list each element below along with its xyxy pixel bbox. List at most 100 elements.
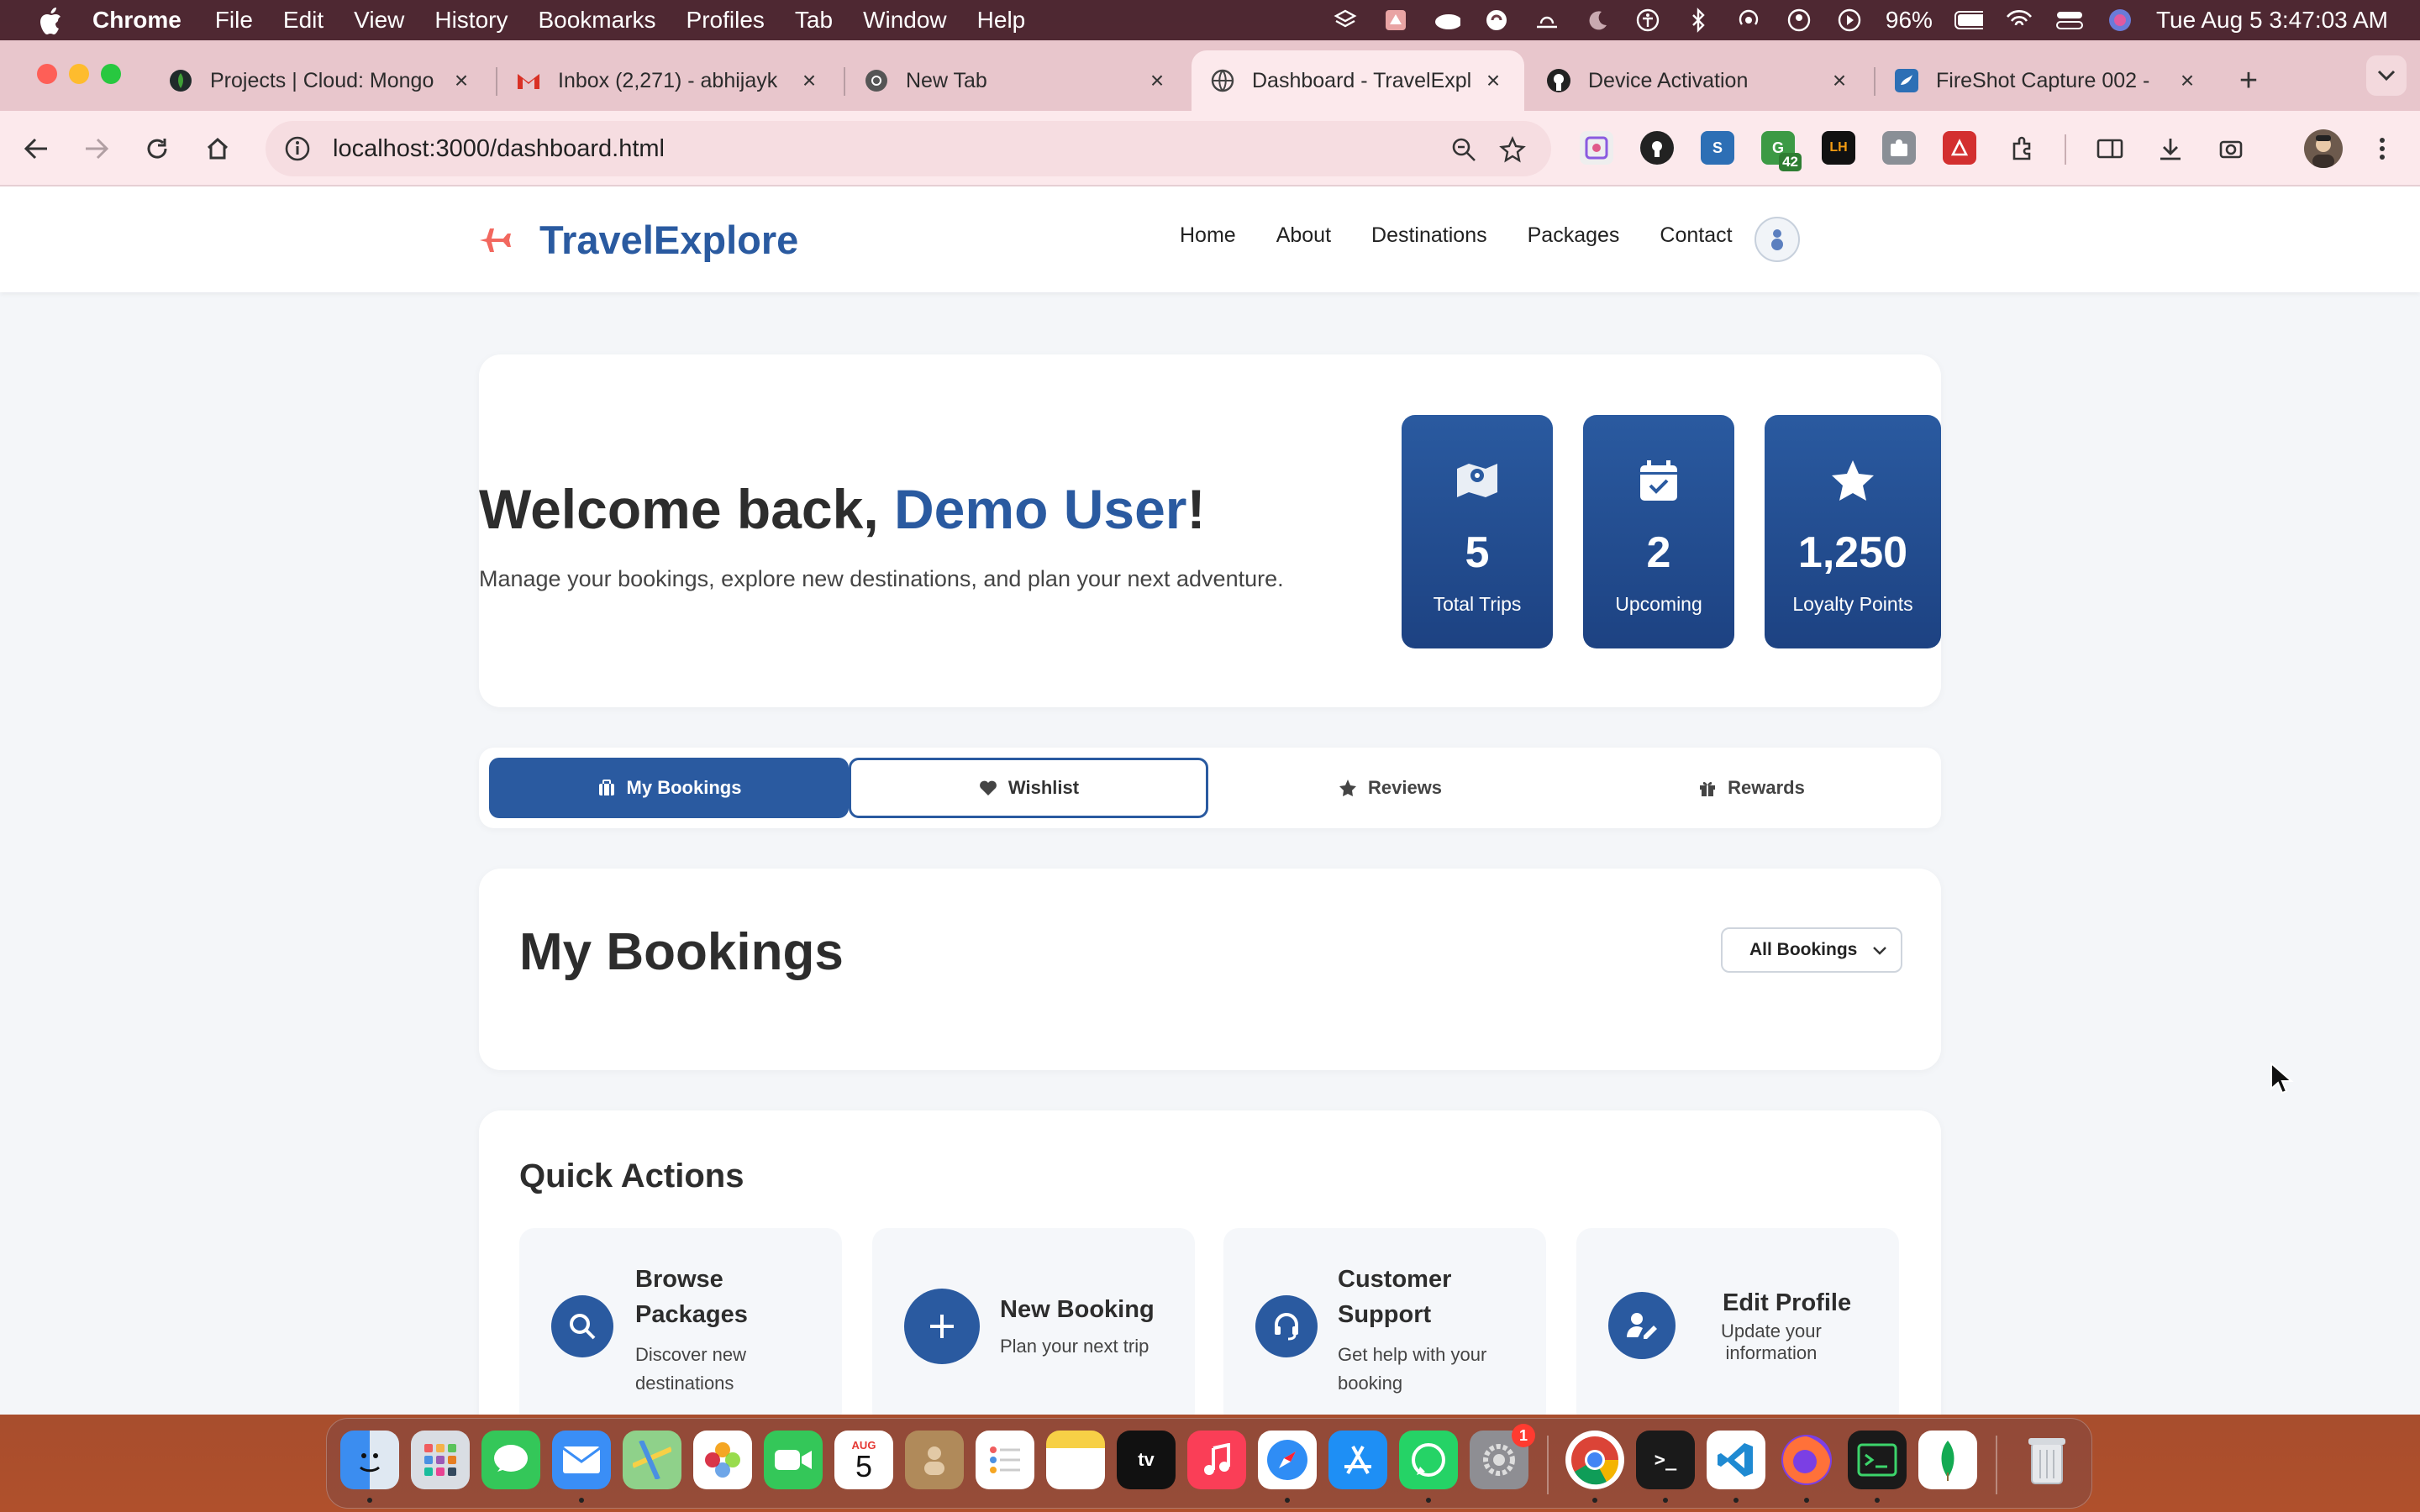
bluetooth-icon[interactable]	[1684, 8, 1712, 33]
menu-edit[interactable]: Edit	[283, 7, 324, 34]
dock-firefox-icon[interactable]	[1777, 1431, 1836, 1489]
dock-calendar-icon[interactable]: AUG 5	[834, 1431, 893, 1489]
dock-safari-icon[interactable]	[1258, 1431, 1317, 1489]
battery-icon[interactable]	[1954, 8, 1983, 33]
tab-reviews[interactable]: Reviews	[1210, 758, 1570, 818]
dock-contacts-icon[interactable]	[905, 1431, 964, 1489]
dock-whatsapp-icon[interactable]	[1399, 1431, 1458, 1489]
reload-icon[interactable]	[138, 129, 176, 168]
menu-help[interactable]: Help	[977, 7, 1026, 34]
dock-launchpad-icon[interactable]	[411, 1431, 470, 1489]
play-circle-icon[interactable]	[1835, 8, 1864, 33]
dock-maps-icon[interactable]	[623, 1431, 681, 1489]
tab-close-icon[interactable]: ×	[797, 67, 822, 93]
control-center-icon[interactable]	[2055, 8, 2084, 33]
extensions-puzzle-icon[interactable]	[2003, 129, 2042, 168]
zoom-window-button[interactable]	[101, 64, 121, 84]
menu-bookmarks[interactable]: Bookmarks	[538, 7, 655, 34]
clock-datetime[interactable]: Tue Aug 5 3:47:03 AM	[2156, 7, 2388, 34]
dock-facetime-icon[interactable]	[764, 1431, 823, 1489]
forward-arrow-icon[interactable]	[77, 129, 116, 168]
sync-icon[interactable]	[1482, 8, 1511, 33]
user-circle-icon[interactable]	[1785, 8, 1813, 33]
browser-tab-fireshot[interactable]: FireShot Capture 002 - ×	[1876, 50, 2218, 111]
dock-mail-icon[interactable]	[552, 1431, 611, 1489]
kebab-menu-icon[interactable]	[2363, 129, 2402, 168]
download-icon[interactable]	[2151, 129, 2190, 168]
site-info-icon[interactable]	[282, 134, 313, 164]
extension-screenshot-icon[interactable]	[1580, 131, 1613, 165]
tab-my-bookings[interactable]: My Bookings	[489, 758, 849, 818]
menu-view[interactable]: View	[354, 7, 404, 34]
profile-avatar[interactable]	[2304, 129, 2343, 168]
dock-photos-icon[interactable]	[693, 1431, 752, 1489]
screen-capture-icon[interactable]	[2212, 129, 2250, 168]
browser-tab-github[interactable]: Device Activation ×	[1528, 50, 1870, 111]
quick-action-customer-support[interactable]: Customer Support Get help with your bookin…	[1223, 1228, 1546, 1415]
address-bar[interactable]: localhost:3000/dashboard.html	[266, 121, 1551, 176]
minimize-window-button[interactable]	[69, 64, 89, 84]
tab-search-button[interactable]	[2366, 55, 2407, 96]
dock-messages-icon[interactable]	[481, 1431, 540, 1489]
siri-icon[interactable]	[2106, 8, 2134, 33]
dock-reminders-icon[interactable]	[976, 1431, 1034, 1489]
extension-puzzle-gray-icon[interactable]	[1882, 131, 1916, 165]
sunrise-icon[interactable]	[1533, 8, 1561, 33]
dock-app-store-icon[interactable]	[1328, 1431, 1387, 1489]
nav-link-packages[interactable]: Packages	[1528, 223, 1620, 248]
menu-profiles[interactable]: Profiles	[687, 7, 765, 34]
new-tab-button[interactable]: +	[2232, 63, 2265, 98]
quick-action-browse-packages[interactable]: Browse Packages Discover new destinations	[519, 1228, 842, 1415]
dock-trash-icon[interactable]	[2018, 1431, 2076, 1489]
brand-logo[interactable]: TravelExplore	[476, 217, 798, 263]
dock-vscode-icon[interactable]	[1707, 1431, 1765, 1489]
extension-lighthouse-icon[interactable]: LH	[1822, 131, 1855, 165]
browser-tab-gmail[interactable]: Inbox (2,271) - abhijayk ×	[497, 50, 840, 111]
menu-tab[interactable]: Tab	[795, 7, 833, 34]
bookmark-star-icon[interactable]	[1496, 133, 1529, 166]
menu-app-chrome[interactable]: Chrome	[92, 7, 182, 34]
close-window-button[interactable]	[37, 64, 57, 84]
menu-history[interactable]: History	[434, 7, 508, 34]
tab-close-icon[interactable]: ×	[1481, 67, 1506, 93]
extension-fireshot-icon[interactable]: S	[1701, 131, 1734, 165]
dock-music-icon[interactable]	[1187, 1431, 1246, 1489]
back-arrow-icon[interactable]	[17, 129, 55, 168]
menu-window[interactable]: Window	[863, 7, 947, 34]
wifi-icon[interactable]	[2005, 8, 2033, 33]
tab-rewards[interactable]: Rewards	[1571, 758, 1931, 818]
extension-pdf-icon[interactable]	[1943, 131, 1976, 165]
menu-file[interactable]: File	[215, 7, 253, 34]
zoom-magnifier-icon[interactable]	[1447, 133, 1481, 166]
dock-chrome-icon[interactable]	[1565, 1431, 1624, 1489]
home-icon[interactable]	[198, 129, 237, 168]
tab-close-icon[interactable]: ×	[1144, 67, 1170, 93]
nav-link-home[interactable]: Home	[1180, 223, 1236, 248]
tab-close-icon[interactable]: ×	[449, 67, 474, 93]
tab-close-icon[interactable]: ×	[1827, 67, 1852, 93]
dock-terminal-icon[interactable]: >_	[1636, 1431, 1695, 1489]
dock-tv-icon[interactable]: tv	[1117, 1431, 1176, 1489]
bookings-filter-select[interactable]: All Bookings	[1721, 927, 1902, 973]
nav-link-contact[interactable]: Contact	[1660, 223, 1732, 248]
airdrop-icon[interactable]	[1734, 8, 1763, 33]
quick-action-new-booking[interactable]: New Booking Plan your next trip	[872, 1228, 1195, 1415]
dock-system-settings-icon[interactable]: 1	[1470, 1424, 1535, 1489]
dock-notes-icon[interactable]	[1046, 1431, 1105, 1489]
cloud-icon[interactable]	[1432, 8, 1460, 33]
tab-close-icon[interactable]: ×	[2175, 67, 2200, 93]
dock-finder-icon[interactable]	[340, 1431, 399, 1489]
tab-wishlist[interactable]: Wishlist	[849, 758, 1208, 818]
accessibility-icon[interactable]	[1634, 8, 1662, 33]
moon-icon[interactable]	[1583, 8, 1612, 33]
drive-icon[interactable]	[1381, 8, 1410, 33]
extension-badge-icon[interactable]: G 42	[1761, 131, 1802, 171]
quick-action-edit-profile[interactable]: Edit Profile Update your information	[1576, 1228, 1899, 1415]
browser-tab-dashboard[interactable]: Dashboard - TravelExpl ×	[1192, 50, 1524, 111]
nav-link-about[interactable]: About	[1276, 223, 1331, 248]
dock-mongodb-compass-icon[interactable]	[1918, 1431, 1977, 1489]
layers-icon[interactable]	[1331, 8, 1360, 33]
browser-tab-newtab[interactable]: New Tab ×	[845, 50, 1188, 111]
url-text[interactable]: localhost:3000/dashboard.html	[333, 135, 665, 163]
user-avatar-button[interactable]	[1754, 217, 1800, 262]
